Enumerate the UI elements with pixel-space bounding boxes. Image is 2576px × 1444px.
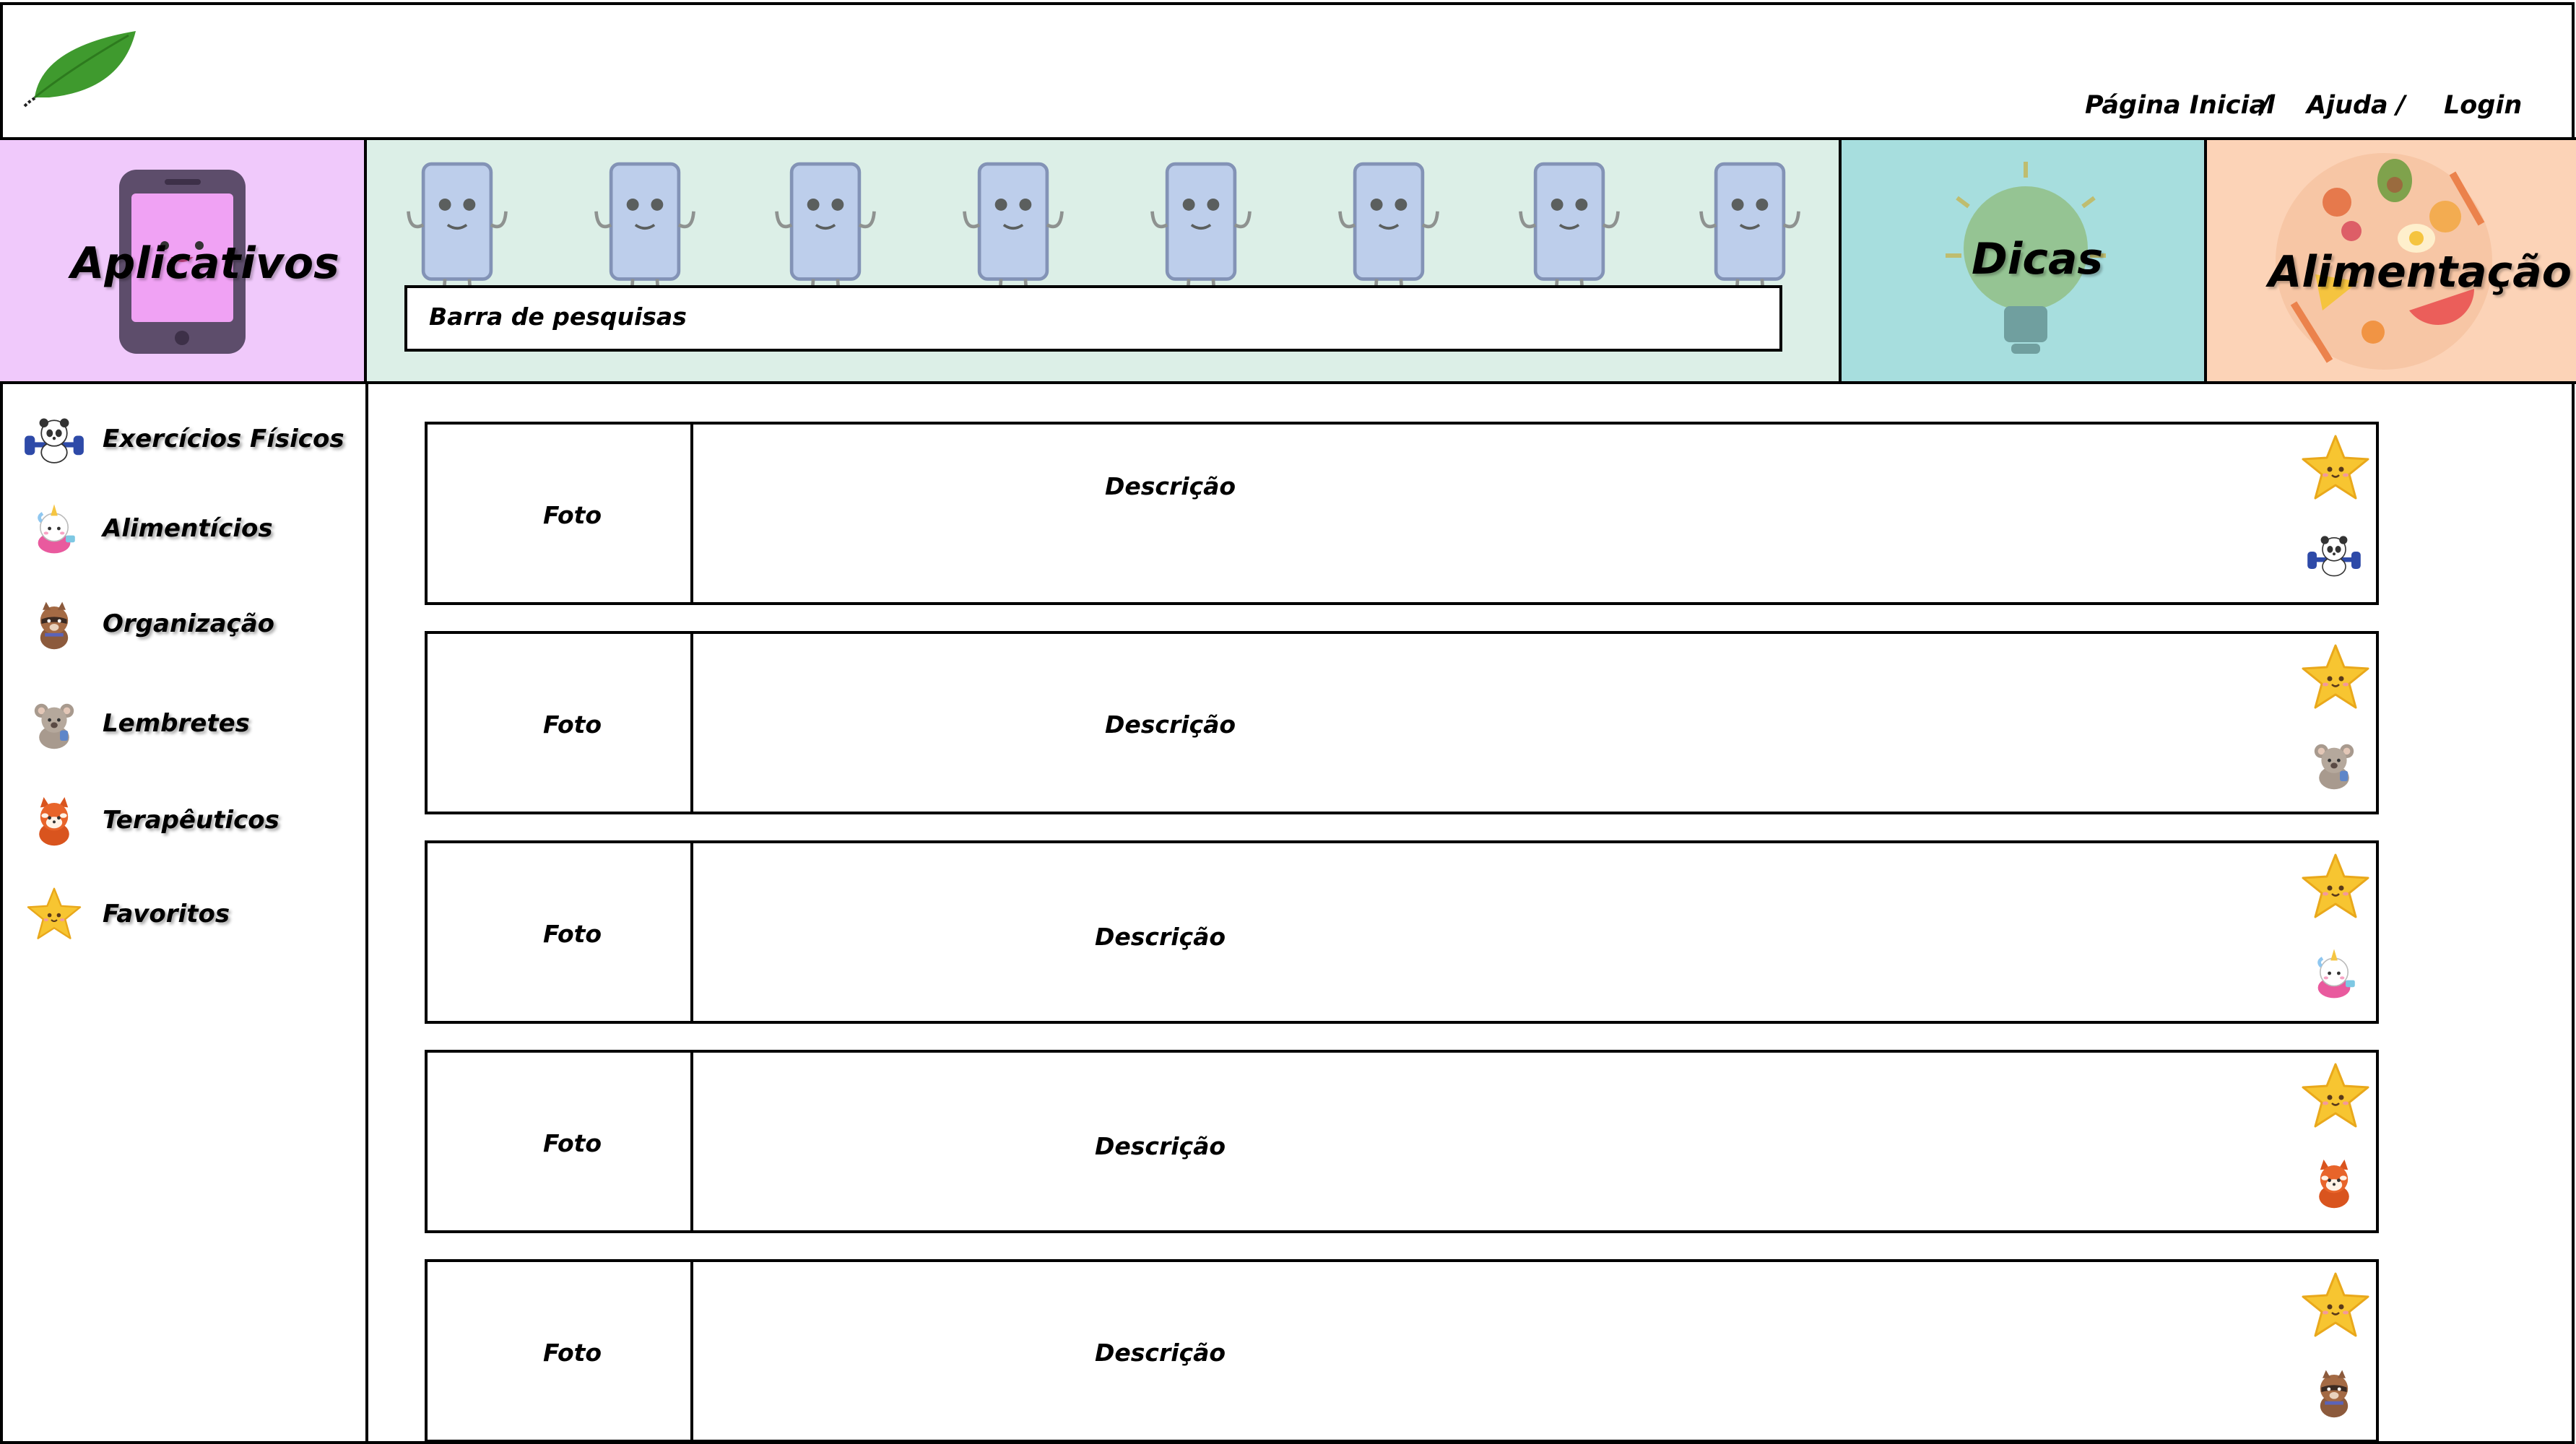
favorite-star-icon[interactable] <box>2299 641 2372 713</box>
card-photo[interactable]: Foto <box>428 634 693 812</box>
panda-dumbbell-icon <box>22 410 87 468</box>
unicorn-icon <box>22 500 87 557</box>
sidebar-item-label: Terapêuticos <box>103 806 279 835</box>
sidebar-item-lembretes[interactable]: Lembretes <box>22 695 361 752</box>
app-card[interactable]: Foto Descrição <box>425 840 2379 1024</box>
sidebar-item-organizacao[interactable]: Organização <box>22 595 361 653</box>
card-description: Descrição <box>1105 710 1236 739</box>
raccoon-icon <box>2305 1363 2363 1421</box>
search-input[interactable]: Barra de pesquisas <box>404 285 1782 352</box>
unicorn-icon <box>2305 944 2363 1002</box>
sidebar-item-alimenticios[interactable]: Alimentícios <box>22 500 361 557</box>
nav-separator: / <box>2260 91 2270 120</box>
favorite-star-icon[interactable] <box>2299 1269 2372 1341</box>
sidebar-item-favoritos[interactable]: Favoritos <box>22 885 361 943</box>
tile-dicas[interactable]: Dicas <box>1842 140 2207 381</box>
card-photo-label: Foto <box>543 501 602 529</box>
search-placeholder: Barra de pesquisas <box>429 303 687 331</box>
card-photo-label: Foto <box>543 1129 602 1157</box>
sidebar-item-label: Exercícios Físicos <box>103 425 344 453</box>
tile-alimentacao-label: Alimentação <box>2268 247 2572 297</box>
sidebar-item-exercicios-fisicos[interactable]: Exercícios Físicos <box>22 410 361 468</box>
tile-dicas-label: Dicas <box>1972 234 2104 284</box>
raccoon-icon <box>22 595 87 653</box>
sidebar-item-label: Favoritos <box>103 900 230 928</box>
card-description: Descrição <box>1105 472 1236 500</box>
nav-separator: / <box>2396 91 2406 120</box>
tile-aplicativos-label: Aplicativos <box>71 238 339 289</box>
sidebar-item-label: Alimentícios <box>103 514 273 543</box>
tile-alimentacao[interactable]: Alimentação <box>2207 140 2576 381</box>
nav-help-link[interactable]: Ajuda <box>2307 91 2388 120</box>
sidebar-item-terapeuticos[interactable]: Terapêuticos <box>22 791 361 849</box>
app-card[interactable]: Foto Descrição <box>425 631 2379 814</box>
panda-dumbbell-icon <box>2305 526 2363 583</box>
card-photo[interactable]: Foto <box>428 1262 693 1440</box>
red-panda-icon <box>22 791 87 849</box>
card-description: Descrição <box>1095 1132 1226 1160</box>
card-photo-label: Foto <box>543 710 602 739</box>
sidebar-item-label: Organização <box>103 609 274 638</box>
card-photo[interactable]: Foto <box>428 1053 693 1230</box>
favorite-star-icon[interactable] <box>2299 851 2372 923</box>
card-photo[interactable]: Foto <box>428 843 693 1021</box>
nav-home-link[interactable]: Página Inicial <box>2085 91 2275 120</box>
nav-login-link[interactable]: Login <box>2444 91 2522 120</box>
favorite-star-icon[interactable] <box>2299 432 2372 504</box>
koala-icon <box>22 695 87 752</box>
app-card[interactable]: Foto Descrição <box>425 1050 2379 1233</box>
app-card[interactable]: Foto Descrição <box>425 1259 2379 1443</box>
top-nav: Página Inicial / Ajuda / Login <box>0 84 2576 127</box>
card-description: Descrição <box>1095 923 1226 951</box>
koala-icon <box>2305 735 2363 793</box>
tile-aplicativos[interactable]: Aplicativos <box>0 140 367 381</box>
sidebar-item-label: Lembretes <box>103 709 250 738</box>
sidebar-divider <box>365 383 368 1444</box>
card-photo-label: Foto <box>543 920 602 948</box>
card-photo-label: Foto <box>543 1339 602 1367</box>
app-card[interactable]: Foto Descrição <box>425 422 2379 605</box>
red-panda-icon <box>2305 1154 2363 1212</box>
favorite-star-icon[interactable] <box>2299 1060 2372 1132</box>
card-photo[interactable]: Foto <box>428 425 693 602</box>
card-description: Descrição <box>1095 1339 1226 1367</box>
star-icon <box>22 885 87 943</box>
